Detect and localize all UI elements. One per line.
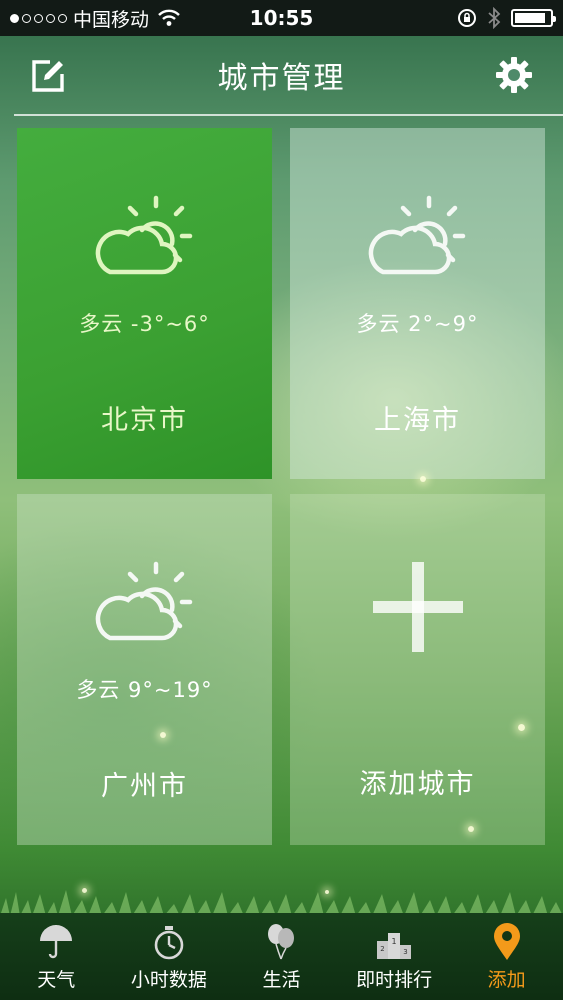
balloons-icon <box>268 924 295 960</box>
stopwatch-icon <box>154 926 184 960</box>
carrier-name: 中国移动 <box>73 8 150 31</box>
city-name: 广州市 <box>101 771 188 802</box>
city-tile-beijing[interactable]: 多云 -3°~6° 北京市 <box>17 128 272 479</box>
partly-cloudy-icon <box>368 195 465 275</box>
tab-label: 天气 <box>37 969 76 991</box>
tab-label: 即时排行 <box>356 969 433 991</box>
sparkle <box>160 732 166 738</box>
wifi-icon <box>158 9 180 26</box>
page-title: 城市管理 <box>217 61 346 96</box>
tab-life[interactable]: 生活 <box>225 913 338 1000</box>
sparkle <box>518 724 525 731</box>
tab-hourly-data[interactable]: 小时数据 <box>113 913 226 1000</box>
tab-add[interactable]: 添加 <box>450 913 563 1000</box>
battery-icon <box>511 9 556 27</box>
nav-bar: 城市管理 <box>0 36 563 114</box>
tab-label: 添加 <box>487 969 526 991</box>
tab-label: 生活 <box>262 969 301 991</box>
podium-icon: 1 2 3 <box>377 933 412 959</box>
signal-strength-icon <box>10 13 67 23</box>
city-tile-shanghai[interactable]: 多云 2°~9° 上海市 <box>290 128 545 479</box>
add-city-label: 添加城市 <box>359 769 476 800</box>
svg-text:2: 2 <box>380 945 384 953</box>
svg-text:3: 3 <box>403 948 407 956</box>
city-name: 上海市 <box>374 405 461 436</box>
svg-text:1: 1 <box>392 937 397 946</box>
header-divider <box>14 114 563 116</box>
tab-label: 小时数据 <box>130 969 207 991</box>
city-name: 北京市 <box>101 405 188 436</box>
sparkle <box>468 826 474 832</box>
location-pin-icon <box>493 923 520 960</box>
tab-bar: 天气 小时数据 生活 1 2 3 即时排行 添加 <box>0 913 563 1000</box>
weather-summary: 多云 9°~19° <box>76 678 213 702</box>
weather-summary: 多云 2°~9° <box>356 312 479 336</box>
sparkle <box>420 476 426 482</box>
add-city-tile[interactable]: 添加城市 <box>290 494 545 845</box>
partly-cloudy-icon <box>95 195 192 275</box>
umbrella-icon <box>40 925 73 959</box>
weather-summary: 多云 -3°~6° <box>79 312 210 336</box>
city-tile-guangzhou[interactable]: 多云 9°~19° 广州市 <box>17 494 272 845</box>
tab-ranking[interactable]: 1 2 3 即时排行 <box>338 913 451 1000</box>
status-bar: 中国移动 10:55 <box>0 0 563 36</box>
gear-icon[interactable] <box>495 56 533 94</box>
plus-icon <box>372 562 463 652</box>
edit-icon[interactable] <box>30 58 66 94</box>
orientation-lock-icon <box>458 9 476 27</box>
bluetooth-icon <box>488 7 501 29</box>
grass-decoration <box>0 890 563 916</box>
partly-cloudy-icon <box>95 561 192 641</box>
tab-weather[interactable]: 天气 <box>0 913 113 1000</box>
